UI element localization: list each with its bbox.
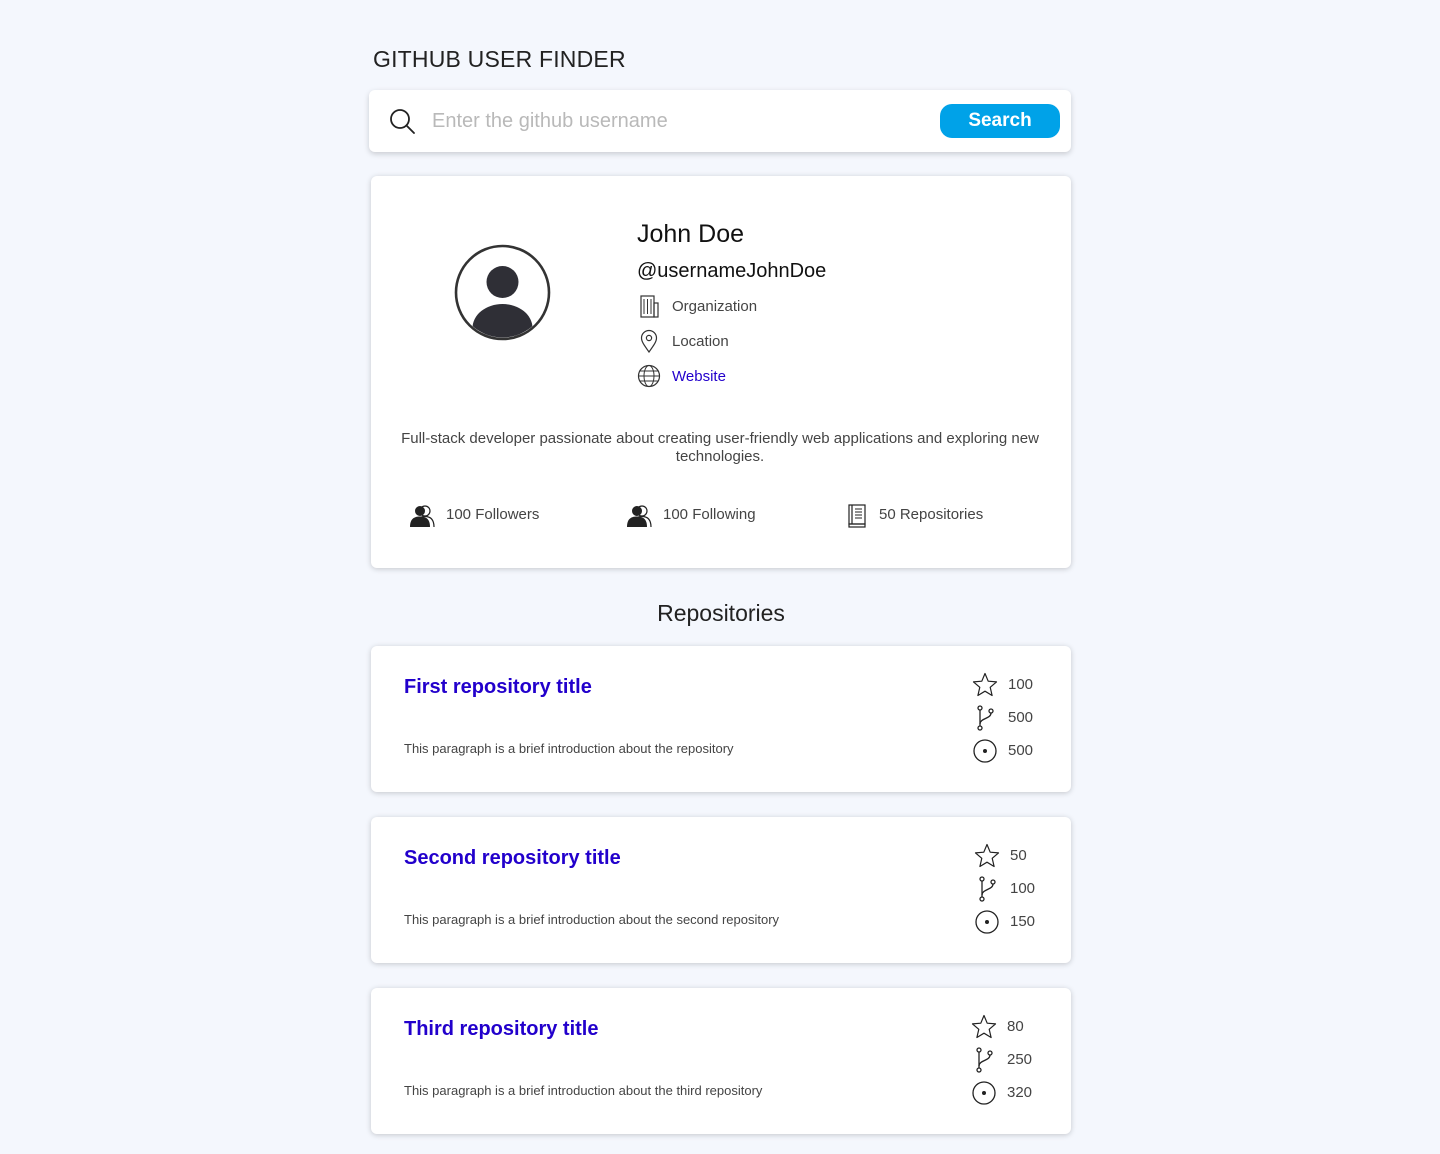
repo-title-link[interactable]: Third repository title [404,1018,598,1041]
repositories-count[interactable]: 50 Repositories [879,506,983,523]
git-branch-icon [977,705,994,731]
repo-forks: 100 [1010,880,1036,897]
repositories-heading: Repositories [657,600,785,626]
organization-text: Organization [672,298,758,315]
search-icon [390,109,415,134]
repo-issues: 320 [1007,1084,1033,1101]
repo-stars: 100 [1008,676,1034,693]
repo-issues: 500 [1008,742,1034,759]
globe-icon [637,364,661,388]
repo-stars: 50 [1010,847,1027,864]
user-handle: @usernameJohnDoe [637,260,827,282]
repo-card: Third repository title This paragraph is… [371,988,1071,1134]
repo-description: This paragraph is a brief introduction a… [404,741,734,756]
user-bio: Full-stack developer passionate about cr… [401,430,1039,465]
git-branch-icon [979,876,996,902]
app-title: GITHUB USER FINDER [373,46,626,72]
repo-title-link[interactable]: Second repository title [404,847,621,870]
repo-forks: 250 [1007,1051,1033,1068]
following-count[interactable]: 100 Following [663,506,756,523]
star-icon [974,843,1000,868]
repo-title-link[interactable]: First repository title [404,676,592,699]
search-input[interactable] [432,104,922,138]
repo-description: This paragraph is a brief introduction a… [404,1083,763,1098]
followers-count[interactable]: 100 Followers [446,506,539,523]
user-name: John Doe [637,220,745,248]
repo-description: This paragraph is a brief introduction a… [404,912,780,927]
building-icon [640,295,659,318]
repo-card: Second repository title This paragraph i… [371,817,1071,963]
search-button[interactable]: Search [940,104,1060,138]
users-icon [410,505,435,528]
repo-card: First repository title This paragraph is… [371,646,1071,792]
star-icon [971,1014,997,1039]
repo-stars: 80 [1007,1018,1024,1035]
repo-issues: 150 [1010,913,1036,930]
location-text: Location [672,333,729,350]
website-link[interactable]: Website [672,368,726,385]
map-pin-icon [640,329,658,353]
users-icon [627,505,652,528]
repo-forks: 500 [1008,709,1034,726]
git-branch-icon [976,1047,993,1073]
issue-circle-icon [975,910,999,934]
issue-circle-icon [973,739,997,763]
star-icon [972,672,998,697]
book-icon [848,504,866,528]
issue-circle-icon [972,1081,996,1105]
avatar-icon [454,244,551,341]
